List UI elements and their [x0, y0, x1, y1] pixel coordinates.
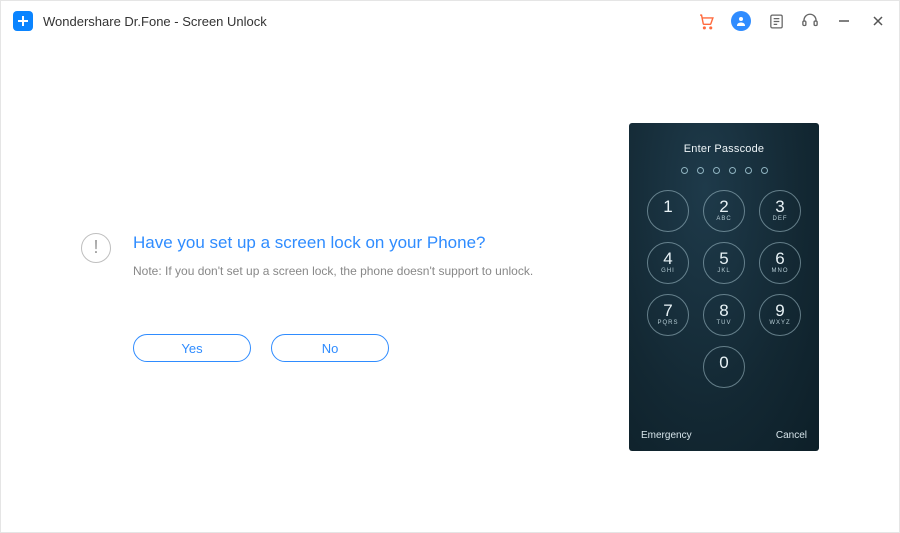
phone-panel: Enter Passcode 1 2ABC 3DEF 4GHI 5JKL 6MNO 7PQR… [599, 123, 899, 451]
key-digit: 8 [719, 302, 728, 319]
key-digit: 7 [663, 302, 672, 319]
key-digit: 0 [719, 354, 728, 371]
keypad-key-0[interactable]: 0 [703, 346, 745, 388]
titlebar-actions [697, 11, 887, 31]
key-digit: 6 [775, 250, 784, 267]
keypad-key-4[interactable]: 4GHI [647, 242, 689, 284]
question-heading: Have you set up a screen lock on your Ph… [133, 231, 533, 255]
passcode-dot [697, 167, 704, 174]
app-title: Wondershare Dr.Fone - Screen Unlock [43, 14, 267, 29]
passcode-dot [745, 167, 752, 174]
cart-icon[interactable] [697, 12, 715, 30]
key-digit: 4 [663, 250, 672, 267]
keypad-key-2[interactable]: 2ABC [703, 190, 745, 232]
info-icon: ! [81, 233, 111, 263]
left-panel: ! Have you set up a screen lock on your … [1, 211, 599, 363]
passcode-dot [713, 167, 720, 174]
question-note: Note: If you don't set up a screen lock,… [133, 264, 533, 278]
keypad-key-5[interactable]: 5JKL [703, 242, 745, 284]
key-digit: 5 [719, 250, 728, 267]
key-digit: 2 [719, 198, 728, 215]
phone-bottom-row: Emergency Cancel [641, 430, 807, 441]
yes-button[interactable]: Yes [133, 334, 251, 362]
question-row: ! Have you set up a screen lock on your … [81, 231, 559, 279]
passcode-dot [729, 167, 736, 174]
key-digit: 9 [775, 302, 784, 319]
content-area: ! Have you set up a screen lock on your … [1, 41, 899, 532]
app-logo-icon [13, 11, 33, 31]
support-icon[interactable] [801, 12, 819, 30]
keypad-key-8[interactable]: 8TUV [703, 294, 745, 336]
phone-mock: Enter Passcode 1 2ABC 3DEF 4GHI 5JKL 6MNO 7PQR… [629, 123, 819, 451]
keypad-key-6[interactable]: 6MNO [759, 242, 801, 284]
button-row: Yes No [133, 334, 559, 362]
close-button[interactable] [869, 12, 887, 30]
keypad-key-9[interactable]: 9WXYZ [759, 294, 801, 336]
key-letters: PQRS [657, 320, 678, 327]
minimize-button[interactable] [835, 12, 853, 30]
keypad-key-1[interactable]: 1 [647, 190, 689, 232]
passcode-dot [681, 167, 688, 174]
passcode-dots [681, 167, 768, 174]
passcode-label: Enter Passcode [684, 143, 764, 155]
key-letters: DEF [773, 216, 788, 223]
titlebar: Wondershare Dr.Fone - Screen Unlock [1, 1, 899, 41]
key-letters: TUV [717, 320, 732, 327]
key-digit: 1 [663, 198, 672, 215]
passcode-dot [761, 167, 768, 174]
key-letters: WXYZ [769, 320, 790, 327]
no-button[interactable]: No [271, 334, 389, 362]
keypad-key-3[interactable]: 3DEF [759, 190, 801, 232]
key-letters: JKL [717, 268, 730, 275]
keypad-key-7[interactable]: 7PQRS [647, 294, 689, 336]
key-letters: GHI [661, 268, 675, 275]
emergency-button[interactable]: Emergency [641, 430, 692, 441]
cancel-button[interactable]: Cancel [776, 430, 807, 441]
keypad: 1 2ABC 3DEF 4GHI 5JKL 6MNO 7PQRS 8TUV 9WXYZ 0 [647, 190, 801, 388]
key-digit: 3 [775, 198, 784, 215]
app-window: Wondershare Dr.Fone - Screen Unlock [0, 0, 900, 533]
key-letters: MNO [772, 268, 789, 275]
key-letters: ABC [716, 216, 731, 223]
feedback-icon[interactable] [767, 12, 785, 30]
user-icon[interactable] [731, 11, 751, 31]
